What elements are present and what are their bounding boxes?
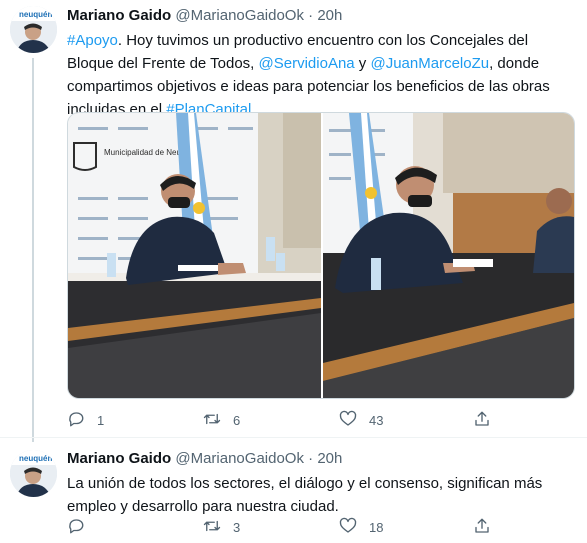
tweet-actions: 1 6 43 bbox=[67, 410, 497, 432]
separator-dot: · bbox=[308, 7, 314, 24]
tweet-actions: 3 18 bbox=[67, 517, 497, 539]
author-name[interactable]: Mariano Gaido bbox=[67, 450, 171, 467]
avatar-brand-text: neuquén bbox=[19, 454, 52, 463]
tweet[interactable]: neuquén Mariano Gaido @MarianoGaidoOk · … bbox=[0, 0, 587, 442]
share-button[interactable] bbox=[473, 410, 491, 431]
avatar-brand-text: neuquén bbox=[19, 10, 52, 19]
retweet-icon bbox=[203, 517, 221, 538]
retweet-count: 3 bbox=[233, 520, 241, 535]
retweet-button[interactable]: 6 bbox=[203, 410, 240, 431]
like-button[interactable]: 43 bbox=[339, 410, 383, 431]
retweet-icon bbox=[203, 410, 221, 431]
tweet-text: #Apoyo. Hoy tuvimos un productivo encuen… bbox=[67, 29, 572, 121]
mention-juanmarcelozu[interactable]: @JuanMarceloZu bbox=[370, 55, 489, 72]
avatar[interactable]: neuquén bbox=[10, 6, 57, 53]
retweet-button[interactable]: 3 bbox=[203, 517, 240, 538]
like-icon bbox=[339, 410, 357, 431]
share-icon bbox=[473, 410, 491, 431]
tweet-timestamp[interactable]: 20h bbox=[317, 450, 342, 467]
author-name[interactable]: Mariano Gaido bbox=[67, 7, 171, 24]
reply-icon bbox=[67, 517, 85, 538]
tweet-timestamp[interactable]: 20h bbox=[317, 7, 342, 24]
author-handle[interactable]: @MarianoGaidoOk bbox=[175, 7, 304, 24]
like-count: 18 bbox=[369, 520, 384, 535]
tweet[interactable]: neuquén Mariano Gaido @MarianoGaidoOk · … bbox=[0, 438, 587, 543]
share-icon bbox=[473, 517, 491, 538]
like-icon bbox=[339, 517, 357, 538]
tweet-header: Mariano Gaido @MarianoGaidoOk · 20h bbox=[67, 450, 342, 467]
separator-dot: · bbox=[308, 450, 314, 467]
like-button[interactable]: 18 bbox=[339, 517, 383, 538]
media-photo-left[interactable]: Municipalidad de Neuquén bbox=[68, 113, 321, 398]
tweet-text-segment: y bbox=[354, 55, 371, 72]
reply-button[interactable]: 1 bbox=[67, 410, 104, 431]
tweet-text: La unión de todos los sectores, el diálo… bbox=[67, 475, 543, 515]
reply-icon bbox=[67, 410, 85, 431]
author-handle[interactable]: @MarianoGaidoOk bbox=[175, 450, 304, 467]
tweet-media: Municipalidad de Neuquén bbox=[67, 112, 575, 399]
mention-servidioana[interactable]: @ServidioAna bbox=[259, 55, 355, 72]
retweet-count: 6 bbox=[233, 413, 241, 428]
like-count: 43 bbox=[369, 413, 384, 428]
reply-count: 1 bbox=[97, 413, 105, 428]
reply-button[interactable] bbox=[67, 517, 85, 538]
media-photo-right[interactable] bbox=[323, 113, 574, 398]
thread-connector bbox=[32, 58, 34, 442]
avatar[interactable]: neuquén bbox=[10, 450, 57, 497]
hashtag-apoyo[interactable]: #Apoyo bbox=[67, 32, 118, 49]
share-button[interactable] bbox=[473, 517, 491, 538]
tweet-header: Mariano Gaido @MarianoGaidoOk · 20h bbox=[67, 7, 342, 24]
